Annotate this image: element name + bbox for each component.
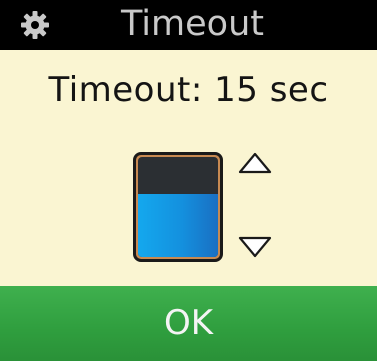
level-track <box>138 157 218 257</box>
page-title: Timeout <box>121 4 264 44</box>
timeout-screen: Timeout Timeout: 15 sec OK <box>0 0 377 361</box>
increase-button[interactable] <box>236 150 274 178</box>
title-bar: Timeout <box>0 0 377 50</box>
chevron-up-icon <box>238 152 272 174</box>
decrease-button[interactable] <box>236 232 274 260</box>
timeout-value-label: Timeout: 15 sec <box>48 70 329 110</box>
chevron-down-icon <box>238 236 272 258</box>
level-fill <box>138 194 218 257</box>
ok-button[interactable]: OK <box>0 286 377 361</box>
timeout-level-indicator[interactable] <box>133 152 223 262</box>
